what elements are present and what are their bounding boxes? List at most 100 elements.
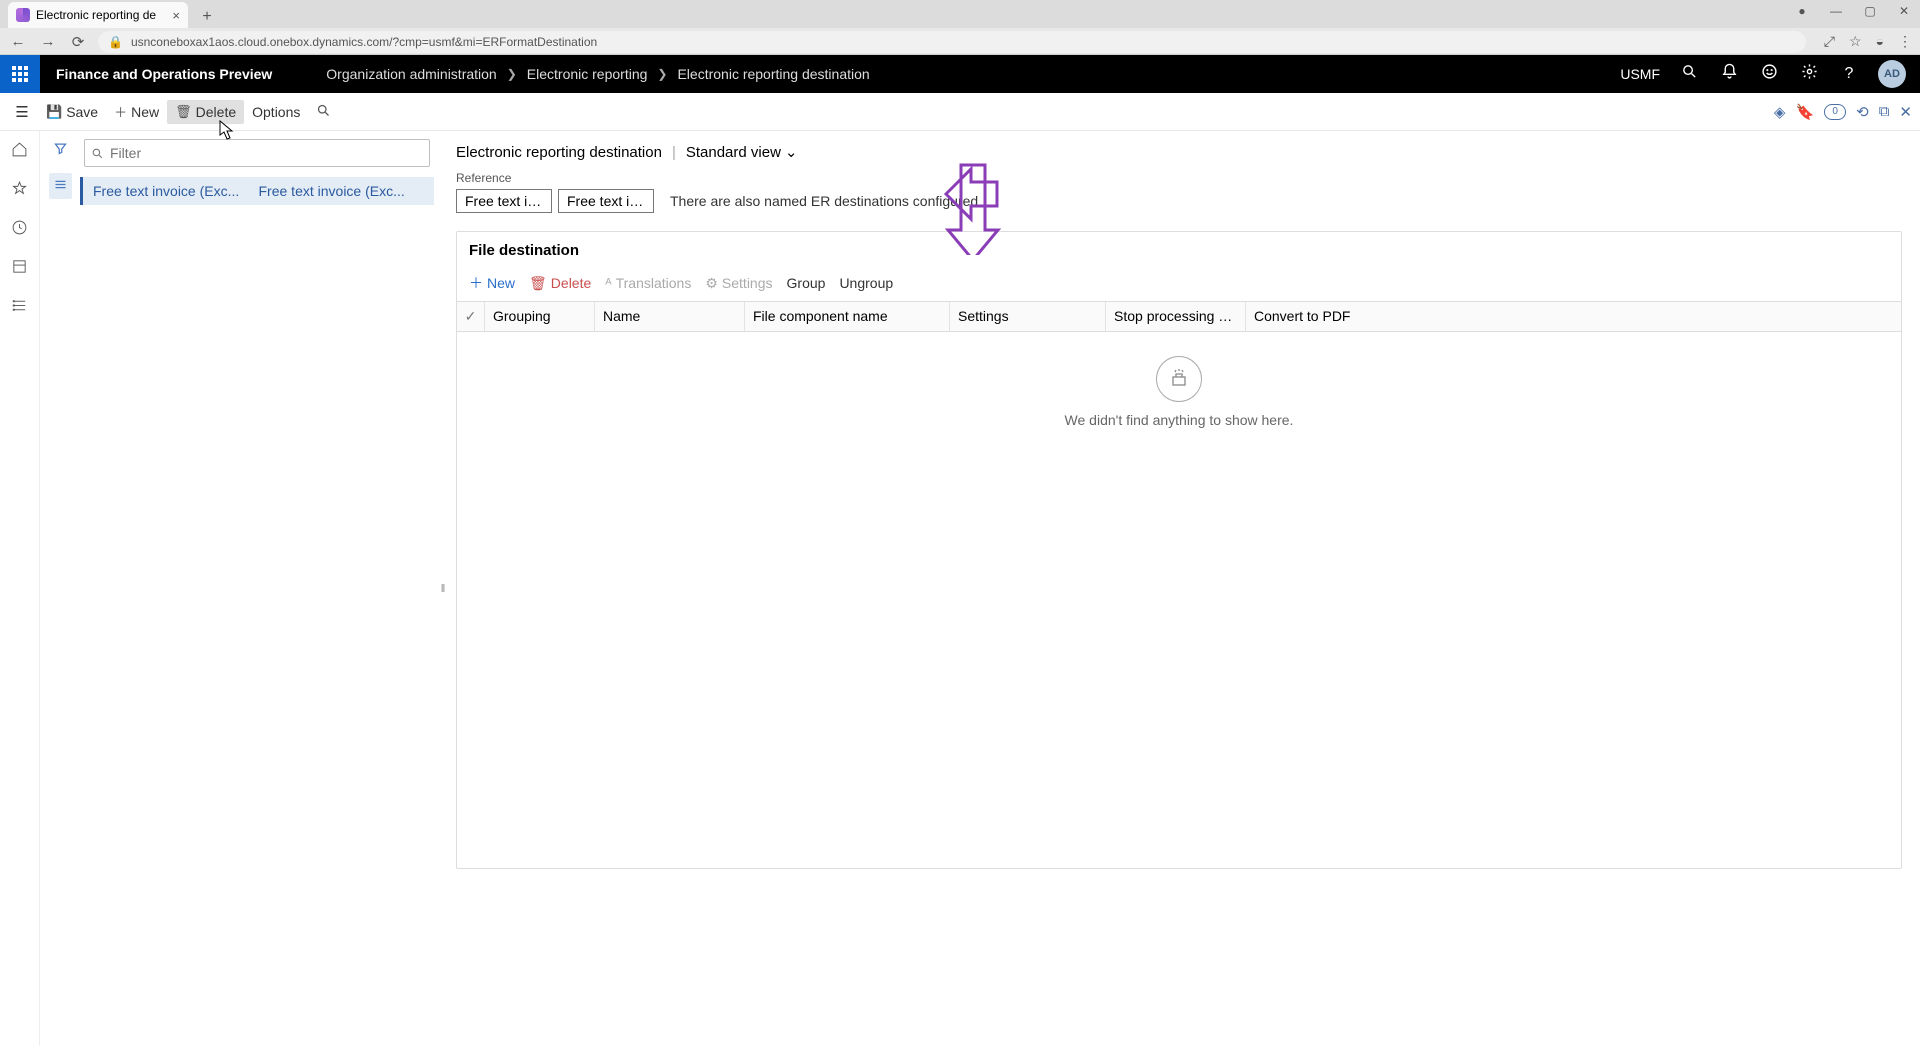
new-button[interactable]: ＋ New [106,98,167,125]
toolbar-search-icon[interactable] [316,103,331,121]
detail-pane: Electronic reporting destination | Stand… [446,131,1920,1046]
save-icon: 💾 [46,104,62,120]
url-field[interactable]: 🔒 usnconeboxax1aos.cloud.onebox.dynamics… [98,31,1806,53]
tab-title: Electronic reporting de [36,8,156,22]
help-icon[interactable]: ? [1838,65,1860,83]
close-tab-icon[interactable]: × [172,8,180,23]
callout-left-arrow-icon [941,134,1003,254]
reference-note: There are also named ER destinations con… [670,193,982,209]
grid-header-stop[interactable]: Stop processing on … [1106,302,1246,331]
grid-header-file-component[interactable]: File component name [745,302,950,331]
recent-icon[interactable] [11,219,28,240]
save-button[interactable]: 💾 Save [38,100,106,124]
crumb-2[interactable]: Electronic reporting [527,66,648,82]
filter-field[interactable] [110,145,423,161]
home-icon[interactable] [11,141,28,162]
forward-icon[interactable]: → [38,33,58,50]
grid-header-settings[interactable]: Settings [950,302,1106,331]
crumb-3[interactable]: Electronic reporting destination [677,66,869,82]
message-count-badge[interactable]: 0 [1824,104,1846,120]
list-item-col2: Free text invoice (Exc... [259,183,425,199]
view-selector[interactable]: Standard view ⌄ [686,143,798,161]
section-settings-button[interactable]: ⚙ Settings [705,273,772,293]
star-icon[interactable] [11,180,28,201]
section-delete-button[interactable]: 🗑 Delete [529,273,591,293]
waffle-icon [12,66,28,82]
account-dot-icon[interactable]: ● [1794,4,1810,18]
section-toolbar: ＋ New 🗑 Delete ᴬ Translations ⚙ Settings… [457,269,1901,301]
grid-select-all[interactable]: ✓ [457,302,485,331]
grid-header-name[interactable]: Name [595,302,745,331]
favicon-icon [16,8,30,22]
nav-toggle-button[interactable]: ☰ [6,103,38,121]
star-icon[interactable]: ☆ [1849,33,1862,50]
workspace-icon[interactable] [11,258,28,279]
page-title: Electronic reporting destination [456,144,662,161]
tab-strip: Electronic reporting de × + ● — ▢ ✕ [0,0,1920,28]
search-icon[interactable] [1678,63,1700,85]
workspace: Free text invoice (Exc... Free text invo… [0,131,1920,1046]
url-text: usnconeboxax1aos.cloud.onebox.dynamics.c… [131,35,597,49]
smile-icon[interactable] [1758,63,1780,85]
grid-header-pdf[interactable]: Convert to PDF [1246,302,1380,331]
bell-icon[interactable] [1718,63,1740,85]
list-pane: Free text invoice (Exc... Free text invo… [40,131,440,1046]
filter-icon[interactable] [53,141,68,159]
list-view-icon[interactable] [49,173,72,199]
trash-icon: 🗑 [175,104,192,120]
list-item-col1: Free text invoice (Exc... [93,183,259,199]
kebab-icon[interactable]: ⋮ [1898,33,1912,50]
close-pane-icon[interactable]: ✕ [1899,103,1912,121]
zoom-icon[interactable]: ⤢ [1824,33,1835,50]
app-title: Finance and Operations Preview [40,66,288,82]
reference-label: Reference [456,171,1902,185]
address-bar: ← → ⟳ 🔒 usnconeboxax1aos.cloud.onebox.dy… [0,28,1920,55]
file-destination-section: File destination ＋ New 🗑 Delete ᴬ Transl… [456,231,1902,869]
app-launcher-button[interactable] [0,55,40,93]
popout-icon[interactable]: ⧉ [1879,103,1890,120]
chevron-down-icon: ⌄ [785,143,798,161]
crumb-1[interactable]: Organization administration [326,66,496,82]
refresh-icon[interactable]: ⟲ [1856,103,1869,121]
list-tool-strip [40,131,80,1046]
new-tab-button[interactable]: + [194,6,220,28]
section-title: File destination [457,232,1901,269]
reference-value-1[interactable]: Free text inv... [456,189,552,213]
section-group-button[interactable]: Group [787,273,826,293]
section-translations-button[interactable]: ᴬ Translations [605,273,691,293]
section-new-button[interactable]: ＋ New [469,273,515,293]
empty-state-icon [1156,356,1202,402]
left-nav-rail [0,131,40,1046]
list-item[interactable]: Free text invoice (Exc... Free text invo… [80,177,434,205]
minimize-icon[interactable]: — [1828,4,1844,18]
reference-value-2[interactable]: Free text inv... [558,189,654,213]
chevron-right-icon: ❯ [507,67,517,81]
close-window-icon[interactable]: ✕ [1896,4,1912,18]
section-ungroup-button[interactable]: Ungroup [839,273,893,293]
gear-icon[interactable] [1798,63,1820,85]
search-icon [91,147,104,160]
app-header: Finance and Operations Preview Organizat… [0,55,1920,93]
delete-button[interactable]: 🗑 Delete [167,100,244,124]
breadcrumb: Organization administration ❯ Electronic… [326,66,869,82]
back-icon[interactable]: ← [8,33,28,50]
company-code[interactable]: USMF [1620,66,1660,82]
reload-icon[interactable]: ⟳ [68,33,88,51]
grid-header-grouping[interactable]: Grouping [485,302,595,331]
browser-tab[interactable]: Electronic reporting de × [8,2,188,28]
profile-icon[interactable]: ◒ [1876,33,1884,50]
window-controls: ● — ▢ ✕ [1794,4,1912,18]
grid-header-row: ✓ Grouping Name File component name Sett… [457,301,1901,332]
empty-state-text: We didn't find anything to show here. [457,412,1901,428]
browser-chrome: Electronic reporting de × + ● — ▢ ✕ ← → … [0,0,1920,55]
options-button[interactable]: Options [244,100,308,124]
attach-icon[interactable]: 🔖 [1795,103,1814,121]
maximize-icon[interactable]: ▢ [1862,4,1878,18]
modules-icon[interactable] [11,297,28,318]
action-toolbar: ☰ 💾 Save ＋ New 🗑 Delete Options ◈ 🔖 0 ⟲ … [0,93,1920,131]
chevron-right-icon: ❯ [657,67,667,81]
filter-input[interactable] [84,139,430,167]
avatar[interactable]: AD [1878,60,1906,88]
related-icon[interactable]: ◈ [1774,103,1786,121]
grid-empty-state: We didn't find anything to show here. [457,332,1901,488]
